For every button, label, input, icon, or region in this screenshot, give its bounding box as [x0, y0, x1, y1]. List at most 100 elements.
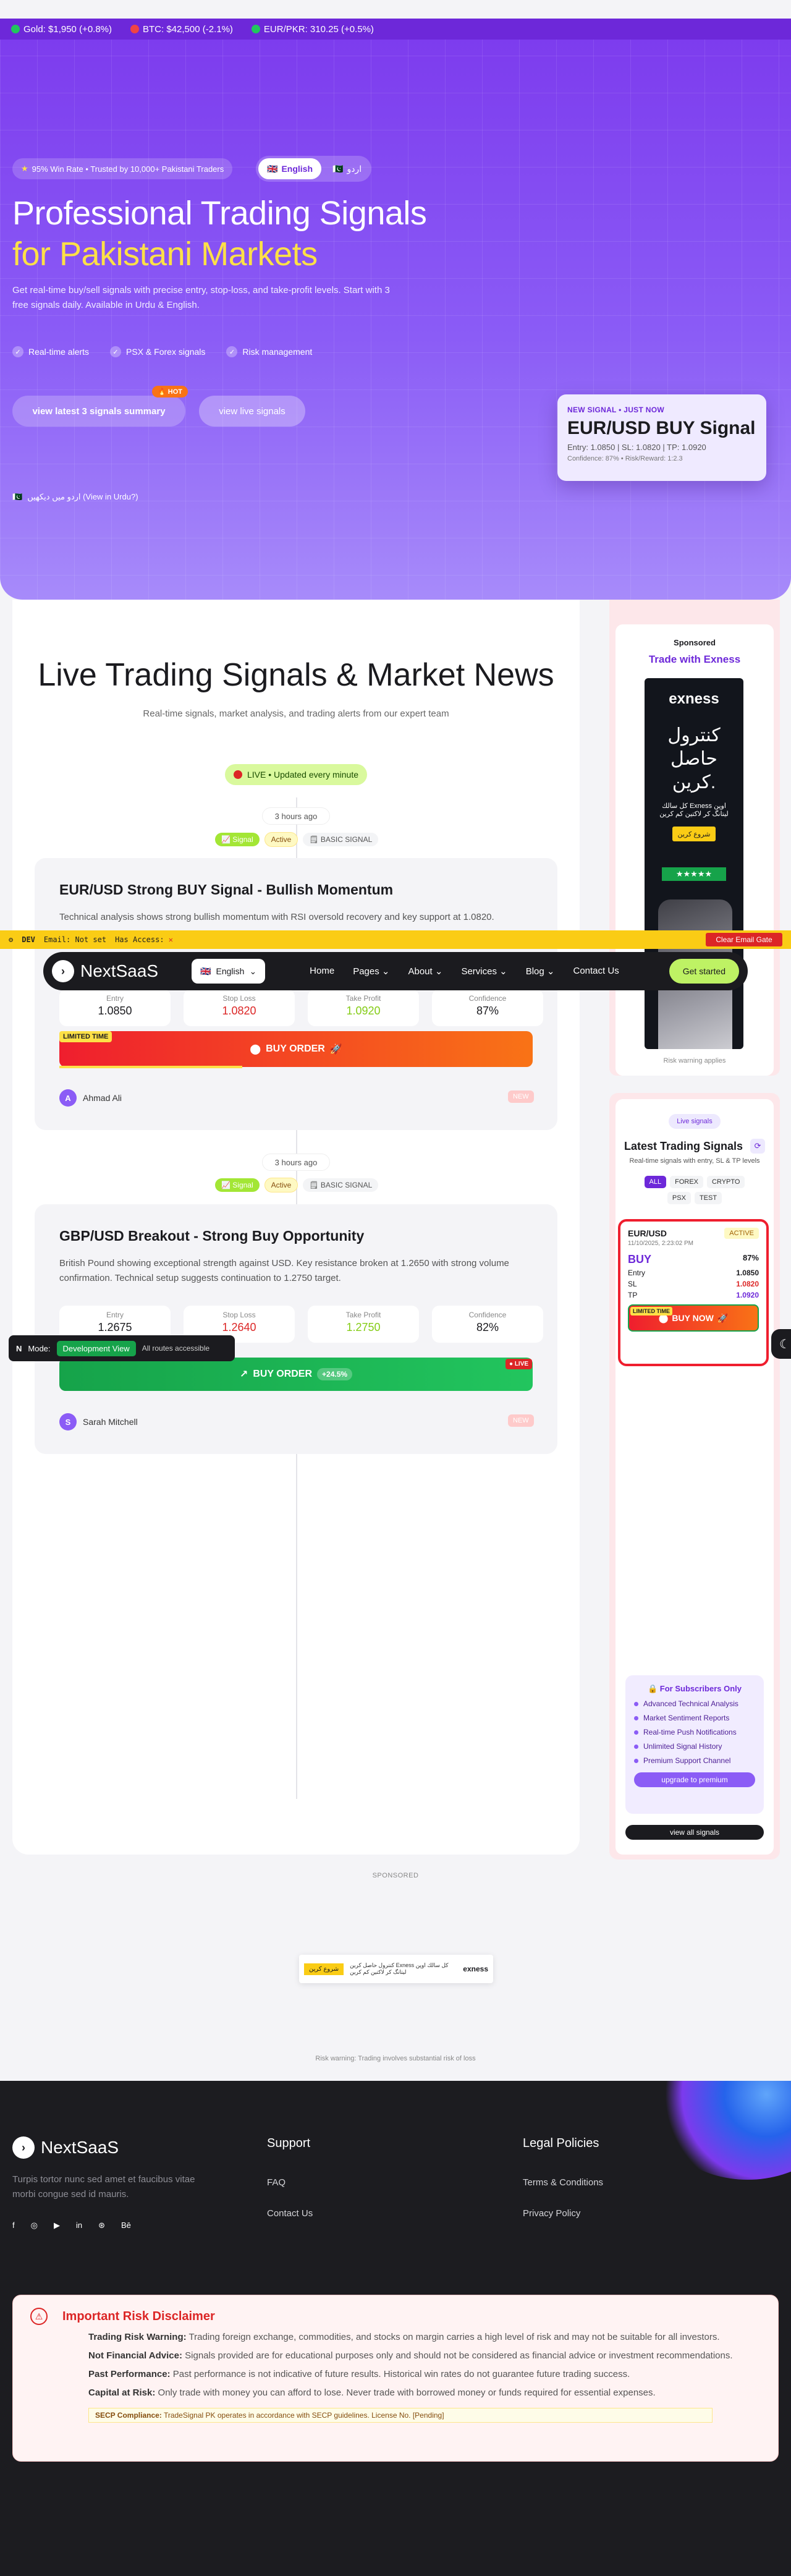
dark-mode-icon[interactable]: ☾: [771, 1329, 791, 1359]
mini-confidence: 87%: [742, 1253, 759, 1262]
upgrade-button[interactable]: upgrade to premium: [634, 1772, 755, 1787]
filter-psx[interactable]: PSX: [667, 1192, 691, 1204]
ad-cta-button[interactable]: شروع كرين: [304, 1963, 344, 1975]
view-in-urdu-link[interactable]: 🇵🇰 اردو میں دیکھیں (View in Urdu?): [12, 492, 138, 502]
lock-icon: 🔒: [647, 1684, 658, 1693]
refresh-icon[interactable]: ⟳: [750, 1139, 766, 1154]
uk-flag-icon: 🇬🇧: [200, 966, 211, 976]
sponsored-label: SPONSORED: [372, 1872, 419, 1879]
lang-urdu-button[interactable]: 🇵🇰 اردو: [325, 158, 369, 179]
stat-take-profit: Take Profit 1.2750: [308, 1306, 419, 1343]
rocket-icon: 🚀: [329, 1044, 342, 1055]
mini-date: 11/10/2025, 2:23:02 PM: [628, 1240, 694, 1247]
development-view-toggle[interactable]: Development View: [56, 1340, 136, 1356]
nav-home[interactable]: Home: [310, 966, 334, 977]
ad-link[interactable]: Trade with Exness: [615, 653, 774, 666]
mini-row: TP 1.0920: [628, 1291, 759, 1299]
limited-progress-bar: [59, 1066, 242, 1068]
stat-entry: Entry 1.0850: [59, 989, 171, 1026]
signal-description: British Pound showing exceptional streng…: [59, 1258, 509, 1283]
get-started-button[interactable]: Get started: [669, 959, 739, 984]
live-status-badge: LIVE • Updated every minute: [225, 764, 367, 785]
warning-icon: ⚠: [30, 2308, 48, 2325]
subscribers-title: 🔒 For Subscribers Only: [647, 1684, 742, 1693]
footer-link-privacy[interactable]: Privacy Policy: [523, 2208, 580, 2219]
live-signals-title: Live Trading Signals & Market News: [38, 657, 554, 693]
view-summary-button[interactable]: view latest 3 signals summary: [12, 396, 185, 427]
buy-now-button[interactable]: LIMITED TIME ⬤ BUY NOW 🚀: [628, 1304, 759, 1332]
legal-heading: Legal Policies: [523, 2136, 599, 2150]
instagram-icon[interactable]: ◎: [31, 2221, 38, 2230]
ad-cta-button[interactable]: شروع كرين: [672, 827, 716, 841]
buy-order-button[interactable]: ⬤ BUY ORDER 🚀: [59, 1031, 533, 1067]
risk-note: Risk warning applies: [663, 1057, 726, 1065]
star-icon: ★: [21, 164, 28, 173]
footer-link-contact[interactable]: Contact Us: [267, 2208, 313, 2219]
nav-contact[interactable]: Contact Us: [573, 966, 619, 977]
disclaimer-item: Past Performance: Past performance is no…: [88, 2369, 630, 2379]
disclaimer-title: Important Risk Disclaimer: [62, 2309, 215, 2323]
behance-icon[interactable]: Bē: [121, 2221, 131, 2230]
ad-copy: كل سالك Exness اوپن ليتانگ كر لاكتين كم …: [659, 802, 729, 818]
dribbble-icon[interactable]: ⊛: [98, 2221, 105, 2230]
disclaimer-item: Not Financial Advice: Signals provided a…: [88, 2350, 733, 2361]
decorative-glow: [655, 2081, 791, 2180]
mini-signal-card[interactable]: EUR/USD ACTIVE 11/10/2025, 2:23:02 PM BU…: [618, 1219, 769, 1366]
live-badge: ● LIVE: [505, 1359, 533, 1369]
footer-link-faq[interactable]: FAQ: [267, 2177, 286, 2188]
disclaimer-item: Trading Risk Warning: Trading foreign ex…: [88, 2332, 720, 2342]
live-signals-subtitle: Real-time signals, market analysis, and …: [143, 708, 449, 719]
check-icon: ✓: [12, 346, 23, 357]
chevron-down-icon: ⌄: [434, 966, 443, 977]
gain-badge: +24.5%: [317, 1368, 353, 1380]
filter-forex[interactable]: FOREX: [670, 1176, 704, 1188]
filter-test[interactable]: TEST: [694, 1192, 722, 1204]
social-links: f ◎ ▶ in ⊛ Bē: [12, 2221, 131, 2230]
buy-order-button[interactable]: ↗ BUY ORDER +24.5%: [59, 1358, 533, 1391]
footer-link-terms[interactable]: Terms & Conditions: [523, 2177, 603, 2188]
lang-english-button[interactable]: 🇬🇧 English: [258, 158, 321, 179]
bottom-banner-ad[interactable]: شروع كرين كنترول حاصل كرين Exness كل سال…: [299, 1955, 493, 1983]
time-pill: 3 hours ago: [262, 807, 330, 825]
feature-item: ✓ Real-time alerts: [12, 346, 89, 357]
hot-badge: 🔥 HOT: [152, 386, 188, 397]
new-tag: NEW: [508, 1414, 534, 1427]
rating-stars-icon: ★★★★★: [662, 867, 726, 881]
live-dot-icon: [234, 770, 242, 779]
mode-toolbar: N Mode: Development View All routes acce…: [9, 1335, 235, 1361]
feature-item: ✓ Risk management: [226, 346, 312, 357]
ticker-item: Gold: $1,950 (+0.8%): [11, 24, 112, 35]
nav-blog[interactable]: Blog ⌄: [526, 966, 555, 977]
main-navbar: › NextSaaS 🇬🇧 English ⌄ Home Pages ⌄ About …: [43, 952, 748, 990]
nav-language-select[interactable]: 🇬🇧 English ⌄: [192, 959, 266, 984]
linkedin-icon[interactable]: in: [76, 2221, 82, 2230]
nav-services[interactable]: Services ⌄: [461, 966, 507, 977]
view-live-signals-button[interactable]: view live signals: [199, 396, 305, 427]
youtube-icon[interactable]: ▶: [54, 2221, 60, 2230]
logo-mark-icon: ›: [52, 960, 74, 982]
rocket-icon: 🚀: [717, 1312, 729, 1323]
limited-time-badge: LIMITED TIME: [59, 1031, 112, 1042]
nav-about[interactable]: About ⌄: [408, 966, 442, 977]
feature-item: ✓ PSX & Forex signals: [110, 346, 205, 357]
filter-all[interactable]: ALL: [644, 1176, 667, 1188]
facebook-icon[interactable]: f: [12, 2221, 15, 2230]
author: A Ahmad Ali: [59, 1089, 122, 1107]
brand-logo[interactable]: › NextSaaS: [52, 960, 158, 982]
clear-email-gate-button[interactable]: Clear Email Gate: [706, 933, 782, 946]
signal-tags: 📈 Signal Active 🗒 BASIC SIGNAL: [215, 832, 379, 847]
mini-status: ACTIVE: [724, 1228, 759, 1239]
risk-disclaimer: ⚠ Important Risk Disclaimer Trading Risk…: [12, 2295, 779, 2462]
chevron-down-icon: ⌄: [546, 966, 555, 977]
footer-brand[interactable]: › NextSaaS: [12, 2136, 119, 2159]
exness-banner[interactable]: exness كنترول حاصل كرين. كل سالك Exness …: [645, 678, 743, 1049]
logo-mark-icon: ›: [12, 2136, 35, 2159]
signal-title: GBP/USD Breakout - Strong Buy Opportunit…: [59, 1228, 365, 1244]
subscriber-feature: Advanced Technical Analysis: [634, 1699, 755, 1708]
active-tag: Active: [264, 832, 298, 847]
view-all-signals-button[interactable]: view all signals: [625, 1825, 764, 1840]
filter-crypto[interactable]: CRYPTO: [707, 1176, 745, 1188]
status-dot-icon: [130, 25, 140, 33]
signal-stats: Entry 1.0850 Stop Loss 1.0820 Take Profit 1…: [59, 989, 543, 1026]
nav-pages[interactable]: Pages ⌄: [353, 966, 389, 977]
